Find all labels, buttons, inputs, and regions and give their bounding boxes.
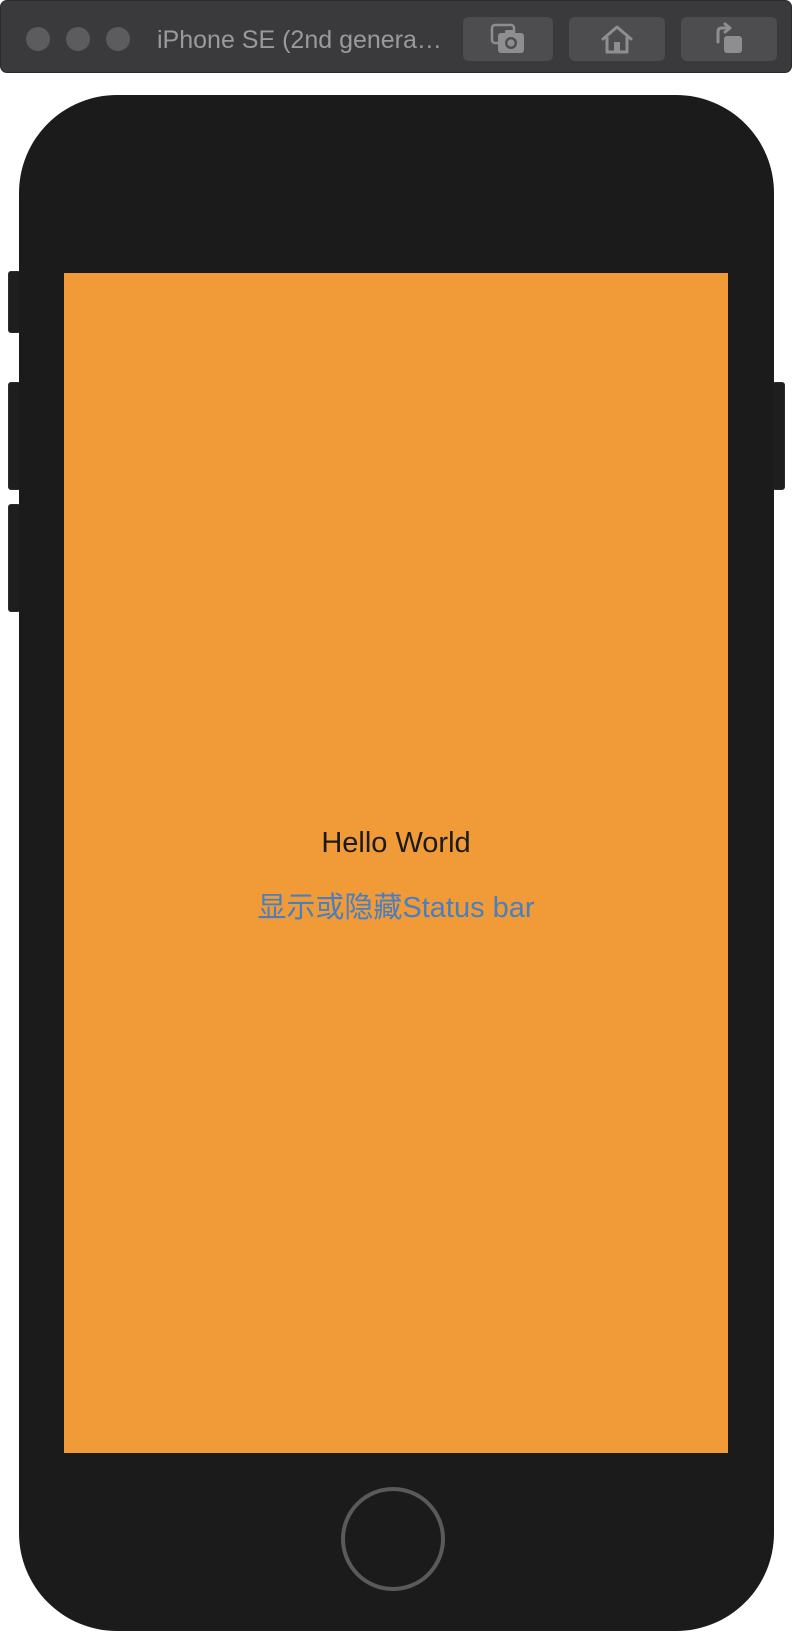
toggle-status-bar-button[interactable]: 显示或隐藏Status bar: [0, 888, 792, 928]
screenshot-button[interactable]: [463, 17, 553, 61]
greeting-label: Hello World: [321, 827, 471, 859]
home-icon: [600, 24, 634, 54]
home-button-toolbar[interactable]: [569, 17, 665, 61]
simulator-titlebar: iPhone SE (2nd genera…: [0, 0, 792, 73]
window-minimize-button[interactable]: [66, 27, 90, 51]
window-zoom-button[interactable]: [106, 27, 130, 51]
rotate-button[interactable]: [681, 17, 777, 61]
camera-icon: [490, 22, 526, 56]
window-close-button[interactable]: [26, 27, 50, 51]
rotate-icon: [712, 22, 746, 56]
app-screen: [64, 273, 728, 1453]
device-home-button[interactable]: [341, 1487, 445, 1591]
window-title: iPhone SE (2nd genera…: [157, 26, 442, 54]
